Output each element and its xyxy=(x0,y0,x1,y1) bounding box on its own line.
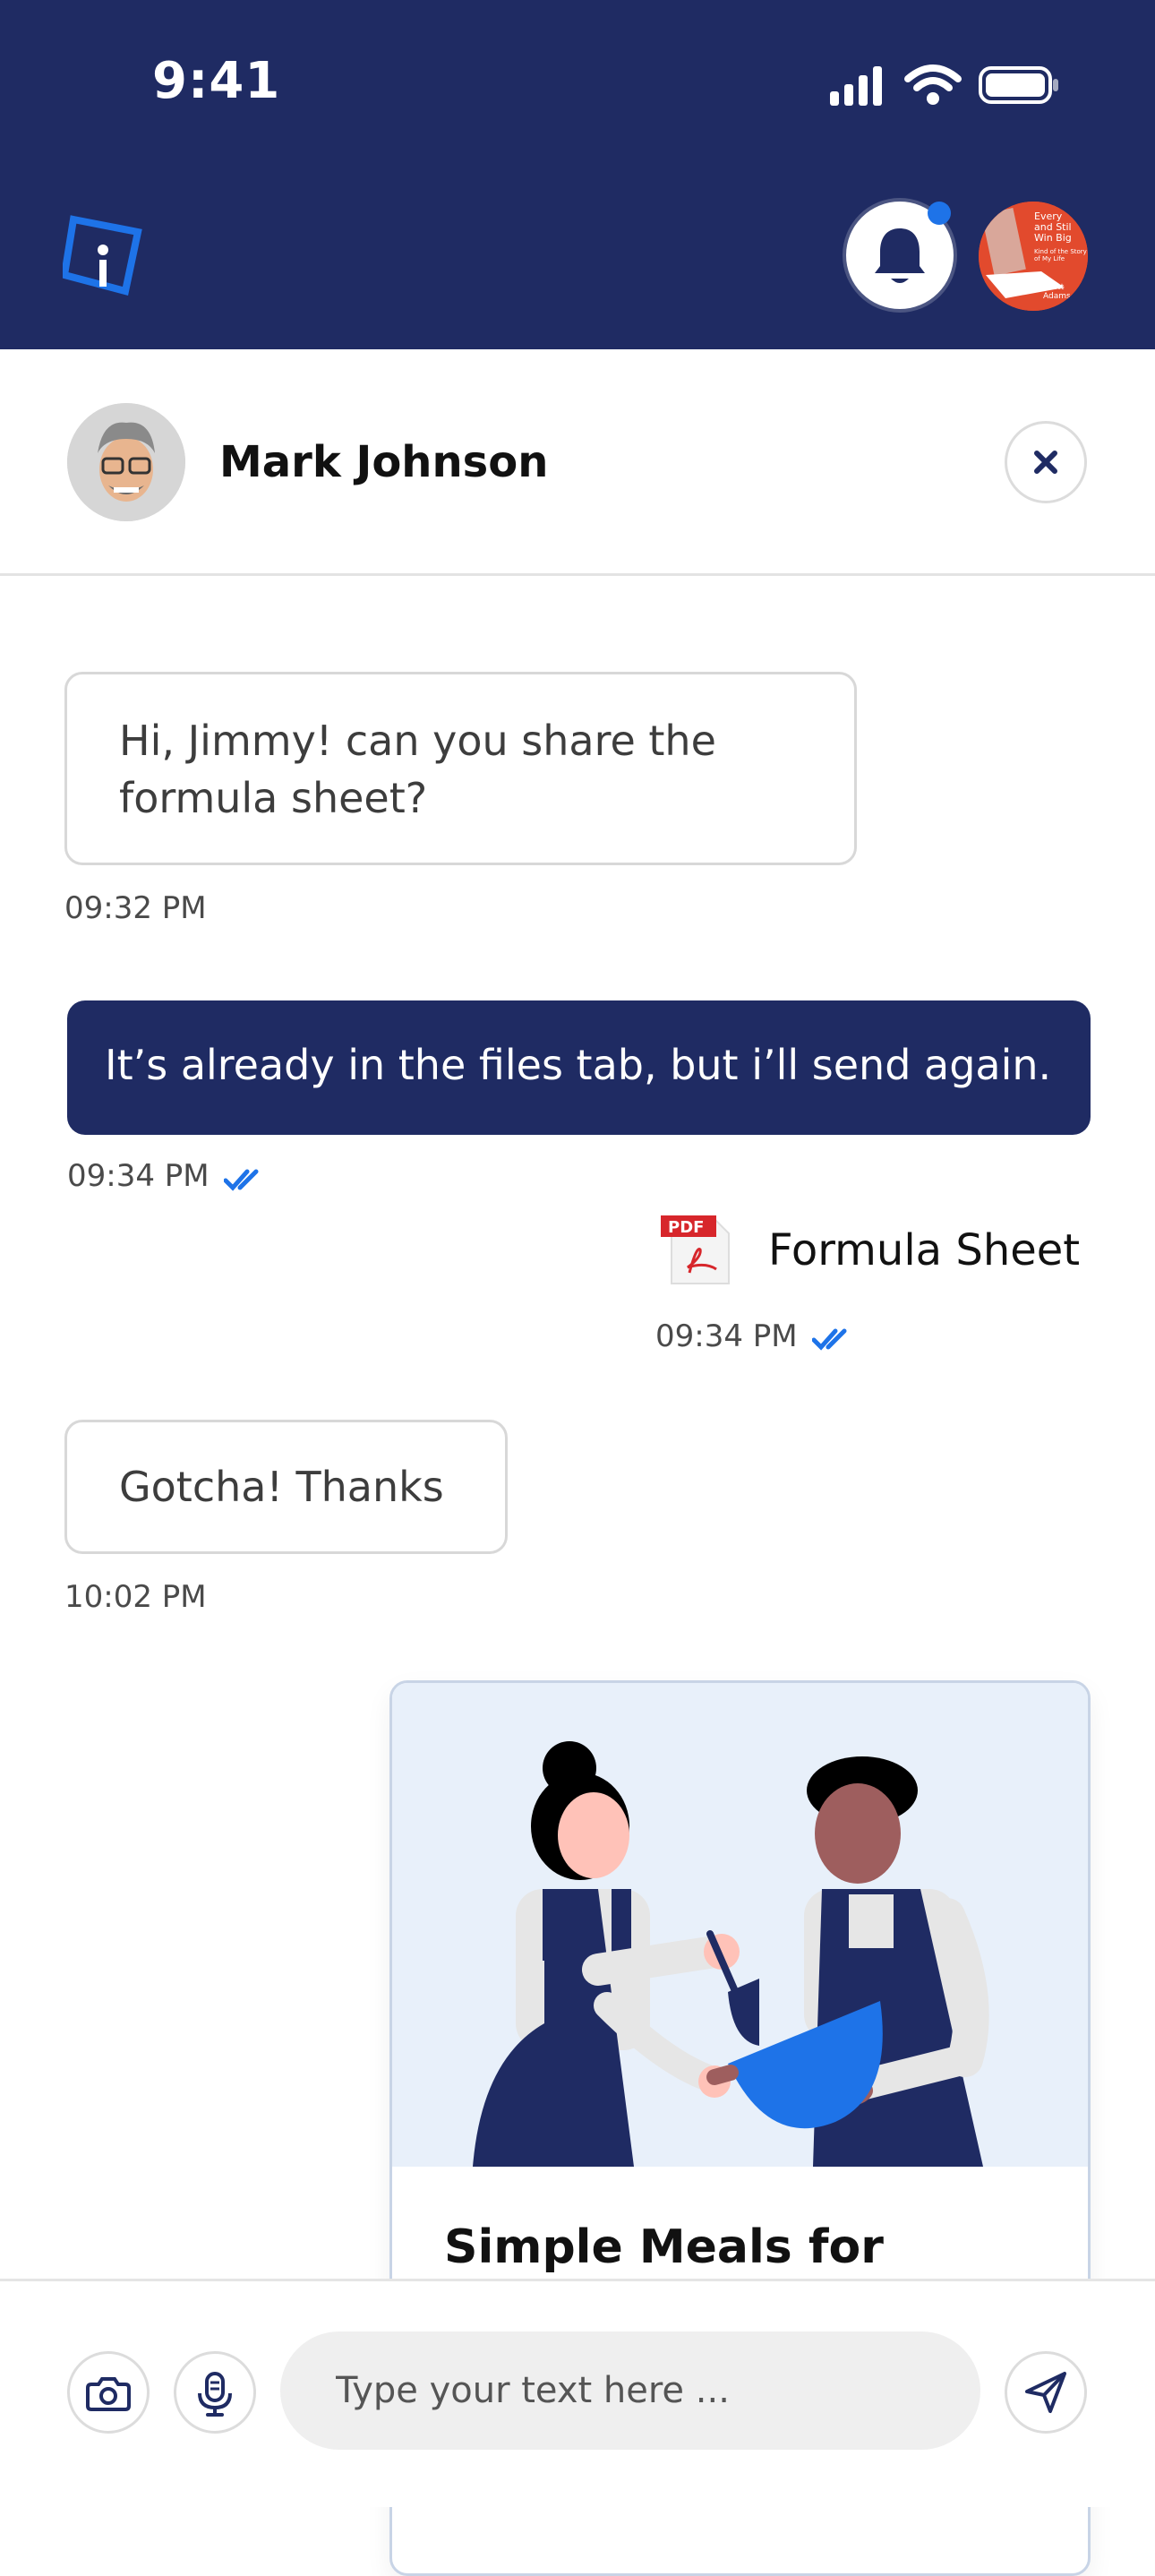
message-timestamp: 09:34 PM xyxy=(655,1318,798,1354)
message-timestamp: 10:02 PM xyxy=(64,1579,207,1615)
article-illustration xyxy=(392,1683,1088,2167)
home-indicator xyxy=(407,2472,748,2483)
message-text-line: formula sheet? xyxy=(119,774,428,822)
svg-text:of My Life: of My Life xyxy=(1034,255,1065,262)
file-name[interactable]: Formula Sheet xyxy=(768,1225,1080,1275)
message-timestamp: 09:34 PM xyxy=(67,1158,210,1194)
double-check-icon xyxy=(812,1328,847,1351)
message-input[interactable] xyxy=(280,2331,980,2450)
send-icon xyxy=(1025,2372,1066,2413)
memoji-avatar-icon xyxy=(67,403,185,521)
contact-name: Mark Johnson xyxy=(219,437,549,487)
close-icon xyxy=(1034,451,1057,474)
profile-avatar[interactable]: Every and Stil Win Big Kind of the Story… xyxy=(979,202,1088,311)
message-text: Gotcha! Thanks xyxy=(119,1463,444,1511)
message-bubble-incoming[interactable]: Hi, Jimmy! can you share the formula she… xyxy=(64,672,857,865)
book-cover-image: Every and Stil Win Big Kind of the Story… xyxy=(979,202,1088,311)
article-title: Simple Meals for xyxy=(444,2220,884,2274)
svg-text:Win Big: Win Big xyxy=(1034,232,1072,244)
cooking-illustration-image xyxy=(392,1683,1088,2167)
double-check-icon xyxy=(224,1169,259,1191)
camera-button[interactable] xyxy=(67,2351,150,2434)
cellular-signal-icon xyxy=(830,66,882,106)
app-logo-icon[interactable] xyxy=(63,210,143,300)
camera-icon xyxy=(86,2377,131,2411)
pdf-file-attachment[interactable]: PDF xyxy=(661,1214,734,1287)
message-text-line: Hi, Jimmy! can you share the xyxy=(119,717,716,765)
pdf-file-icon: PDF xyxy=(661,1215,730,1284)
notification-dot xyxy=(928,202,951,225)
voice-record-button[interactable] xyxy=(174,2351,256,2434)
svg-text:Kind of the Story: Kind of the Story xyxy=(1034,248,1087,255)
close-chat-button[interactable] xyxy=(1005,421,1087,503)
microphone-icon xyxy=(198,2372,232,2417)
contact-avatar[interactable] xyxy=(67,403,185,521)
message-timestamp: 09:32 PM xyxy=(64,890,207,926)
svg-text:Scott: Scott xyxy=(1043,283,1065,292)
wifi-icon xyxy=(904,64,962,105)
battery-icon xyxy=(979,66,1058,104)
status-time: 9:41 xyxy=(152,52,281,110)
pdf-badge-label: PDF xyxy=(668,1218,704,1237)
message-bubble-incoming[interactable]: Gotcha! Thanks xyxy=(64,1420,508,1554)
send-button[interactable] xyxy=(1005,2351,1087,2434)
message-text: It’s already in the files tab, but i’ll … xyxy=(105,1041,1052,1089)
message-bubble-outgoing[interactable]: It’s already in the files tab, but i’ll … xyxy=(67,1000,1091,1135)
